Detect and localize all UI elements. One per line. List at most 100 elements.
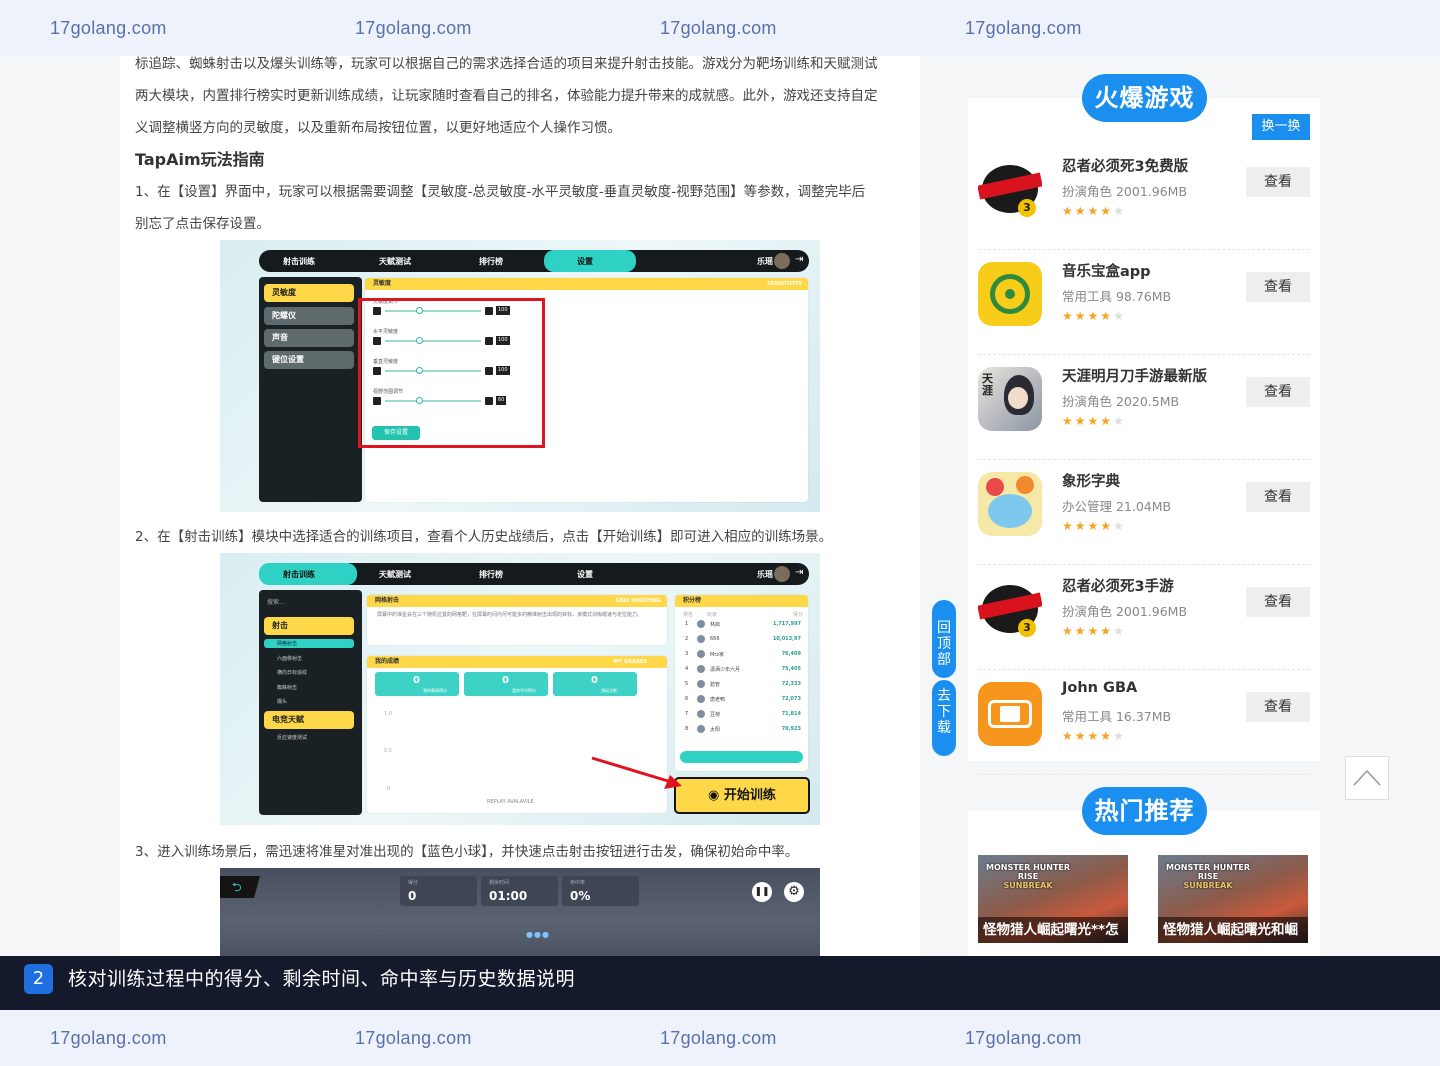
game-meta: 常用工具 98.76MB [1062, 289, 1172, 304]
recommend-caption: 怪物猎人崛起曙光和崛 [1158, 917, 1308, 943]
game-item[interactable]: 3 忍者必须死3手游 扮演角色 2001.96MB ★★★★★ 查看 [978, 565, 1310, 670]
game-item[interactable]: 天涯天涯明月刀手游最新版 扮演角色 2020.5MB ★★★★★ 查看 [978, 355, 1310, 460]
rank-player: Mrz家 [710, 652, 724, 658]
game-logo: MONSTER HUNTER RISE SUNBREAK [1166, 863, 1251, 890]
swordswoman-icon: 天涯 [978, 367, 1042, 431]
star-icon: ★ [1062, 519, 1075, 533]
avatar [697, 695, 705, 703]
nav-user: 乐瑶 [757, 256, 773, 266]
nav-label: 射击训练 [283, 569, 315, 579]
rank-number: 4 [685, 666, 689, 672]
rank-number: 8 [685, 726, 689, 732]
game-item[interactable]: 象形字典 办公管理 21.04MB ★★★★★ 查看 [978, 460, 1310, 565]
download-tab[interactable]: 去下载 [932, 680, 956, 756]
watermark-bar-top: 17golang.com 17golang.com 17golang.com 1… [0, 0, 1440, 56]
rank-row: 4 潇洒少年六月 75,405 [683, 665, 801, 675]
star-icon: ★ [1087, 519, 1101, 533]
game-item[interactable]: 音乐宝盒app 常用工具 98.76MB ★★★★★ 查看 [978, 250, 1310, 355]
submenu-item: 六面移射击 [277, 655, 303, 662]
star-icon: ★ [1100, 729, 1114, 743]
nav-label: 射击训练 [283, 256, 315, 266]
hot-games-title: 火爆游戏 [1082, 74, 1207, 122]
view-button[interactable]: 查看 [1246, 272, 1310, 302]
star-icon: ★ [1100, 624, 1114, 638]
task-text: 核对训练过程中的得分、剩余时间、命中率与历史数据说明 [68, 968, 576, 990]
rank-score: 75,405 [781, 666, 801, 672]
rank-row: 8 太阳 70,923 [683, 725, 801, 735]
grade-card: 0 游玩次数 [553, 672, 637, 696]
nav-label: 排行榜 [479, 569, 503, 579]
star-icon: ★ [1100, 414, 1114, 428]
nav-label: 天赋测试 [379, 569, 411, 579]
swap-button[interactable]: 换一换 [1252, 114, 1310, 140]
star-icon: ★ [1113, 729, 1126, 743]
rank-number: 5 [685, 681, 689, 687]
music-box-icon [978, 262, 1042, 326]
hud-value: 0% [570, 889, 591, 903]
rating-stars: ★★★★★ [1062, 204, 1126, 218]
view-button[interactable]: 查看 [1246, 377, 1310, 407]
start-icon: ◉ [708, 788, 724, 803]
view-button[interactable]: 查看 [1246, 692, 1310, 722]
y-tick: 0.5 [384, 748, 392, 754]
nav-label: 设置 [577, 569, 593, 579]
rank-player: 潇洒少年六月 [710, 667, 741, 673]
star-icon: ★ [1062, 414, 1075, 428]
back-to-top-tab[interactable]: 回顶部 [932, 600, 956, 678]
submenu-item: 爆头 [277, 699, 288, 705]
panel-header: 网格射击 GRID SHOOTING [367, 595, 667, 607]
star-icon: ★ [1113, 309, 1126, 323]
game-meta: 扮演角色 2001.96MB [1062, 184, 1188, 199]
star-icon: ★ [1062, 624, 1075, 638]
star-icon: ★ [1062, 309, 1075, 323]
watermark-text: 17golang.com [965, 17, 1082, 38]
watermark-text: 17golang.com [660, 1027, 777, 1048]
ninja-icon: 3 [978, 577, 1042, 641]
gamepad-icon [978, 682, 1042, 746]
watermark-text: 17golang.com [660, 17, 777, 38]
rank-score: 10,013,97 [772, 636, 801, 642]
rank-row: 6 唐老鸭 72,073 [683, 695, 801, 705]
recommend-title: 热门推荐 [1082, 787, 1207, 835]
view-button[interactable]: 查看 [1246, 482, 1310, 512]
game-meta: 办公管理 21.04MB [1062, 499, 1172, 514]
recommend-item[interactable]: MONSTER HUNTER RISE SUNBREAK 怪物猎人崛起曙光和崛 [1158, 855, 1308, 943]
star-icon: ★ [1062, 204, 1075, 218]
rank-number: 7 [685, 711, 689, 717]
article-paragraph: 标追踪、蜘蛛射击以及爆头训练等，玩家可以根据自己的需求选择合适的项目来提升射击技… [135, 56, 878, 72]
star-icon: ★ [1087, 309, 1101, 323]
star-icon: ★ [1087, 729, 1101, 743]
star-icon: ★ [1074, 414, 1088, 428]
grade-value: 0 [413, 675, 420, 686]
step1-text: 1、在【设置】界面中，玩家可以根据需要调整【灵敏度-总灵敏度-水平灵敏度-垂直灵… [135, 184, 866, 200]
pause-icon: ❚❚ [752, 882, 772, 902]
watermark-text: 17golang.com [50, 17, 167, 38]
view-button[interactable]: 查看 [1246, 587, 1310, 617]
scroll-top-button[interactable] [1345, 756, 1389, 800]
avatar [697, 665, 705, 673]
hud-box: 得分 0 [400, 876, 477, 906]
recommend-item[interactable]: MONSTER HUNTER RISE SUNBREAK 怪物猎人崛起曙光**怎 [978, 855, 1128, 943]
star-icon: ★ [1062, 729, 1075, 743]
avatar [697, 710, 705, 718]
hud-label: 得分 [408, 880, 419, 886]
target-dots: ●●● [526, 930, 550, 939]
avatar [697, 635, 705, 643]
start-training-button: ◉ 开始训练 [674, 777, 810, 814]
article-paragraph: 两大模块，内置排行榜实时更新训练成绩，让玩家随时查看自己的排名，体验能力提升带来… [135, 88, 878, 104]
my-rank-bar [680, 751, 803, 763]
submenu-item: 横向日标追纹 [277, 670, 308, 676]
game-item[interactable]: 3 忍者必须死3免费版 扮演角色 2001.96MB ★★★★★ 查看 [978, 145, 1310, 250]
view-button[interactable]: 查看 [1246, 167, 1310, 197]
avatar [697, 725, 705, 733]
star-icon: ★ [1113, 519, 1126, 533]
star-icon: ★ [1100, 204, 1114, 218]
game-item[interactable]: John GBA 常用工具 16.37MB ★★★★★ 查看 [978, 670, 1310, 775]
menu-item: 键位设置 [264, 351, 354, 369]
panel-header: 我的成绩 MY GRADES [367, 656, 667, 668]
highlight-box [358, 298, 545, 448]
grade-value: 0 [591, 675, 598, 686]
hud-label: 剩余时间 [489, 880, 510, 886]
game-nav-bar: 射击训练 天赋测试 排行榜 设置 乐瑶 ⇥ [259, 563, 809, 585]
menu-group: 电竞天赋 [264, 711, 354, 729]
